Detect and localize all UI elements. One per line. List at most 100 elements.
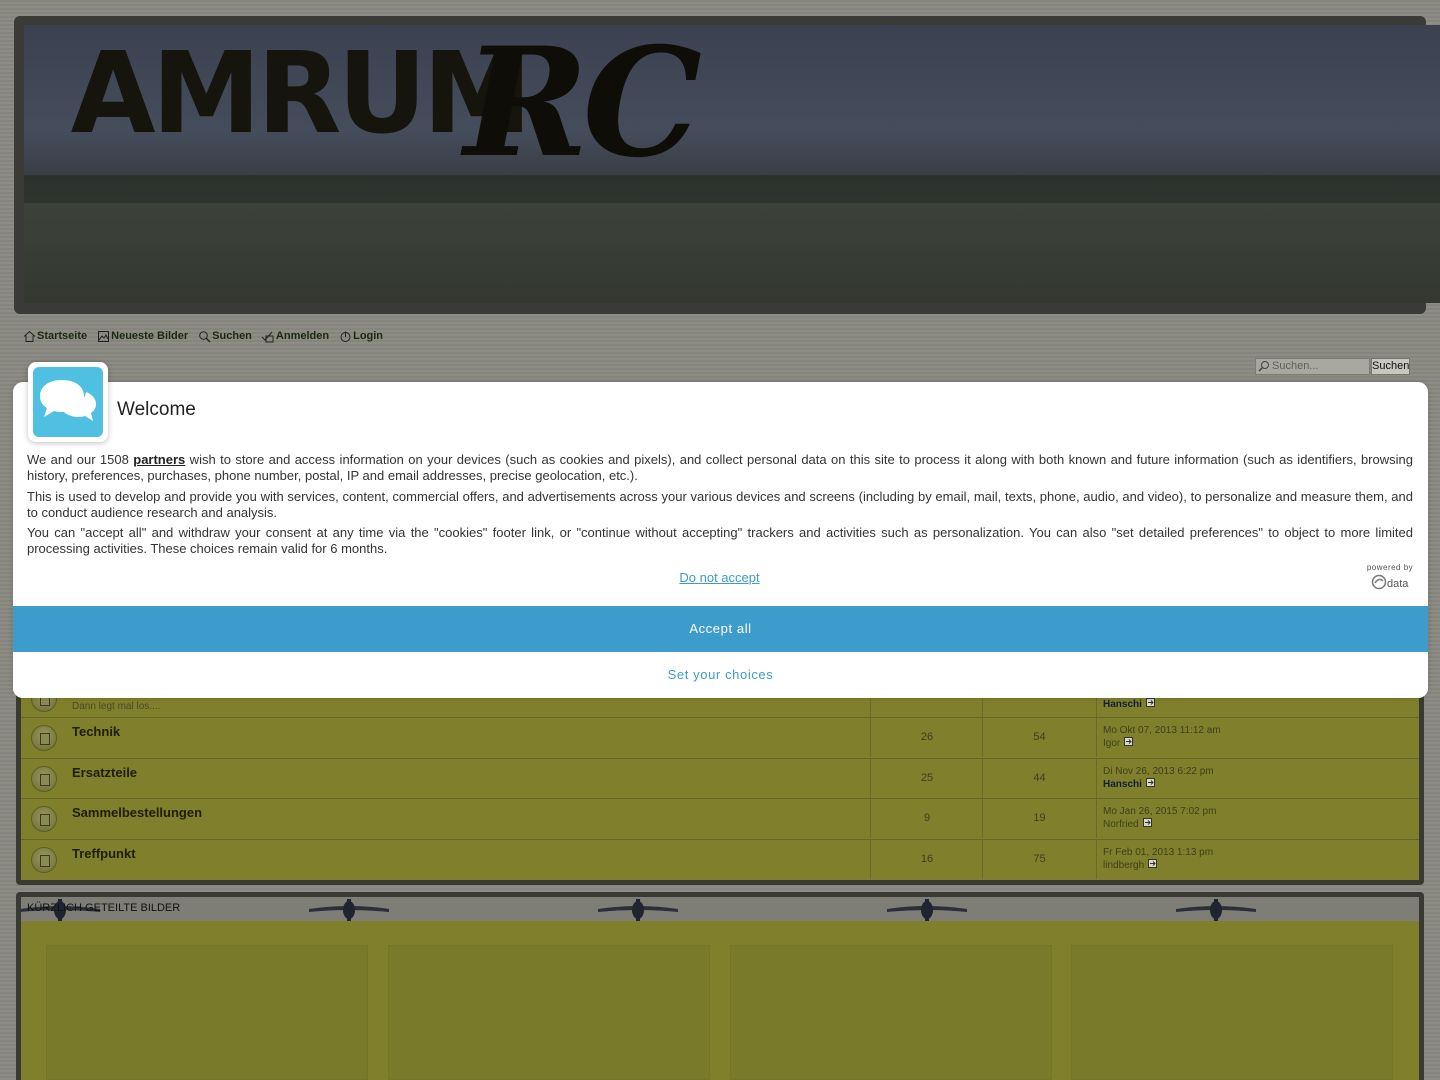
last-post-username[interactable]: Norfried — [1103, 819, 1139, 830]
forum-title[interactable]: Technik — [72, 724, 120, 739]
last-post-username[interactable]: Hanschi — [1103, 779, 1142, 790]
last-post-cell: Mo Jan 26, 2015 7:02 pm Norfried — [1096, 799, 1420, 838]
forum-row[interactable]: Sammelbestellungen 9 19 Mo Jan 26, 2015 … — [21, 798, 1419, 838]
forum-read-icon — [31, 806, 57, 832]
last-post-username[interactable]: Igor — [1103, 738, 1120, 749]
forum-title[interactable]: Ersatzteile — [72, 765, 137, 780]
nav-login[interactable]: Login — [338, 329, 383, 343]
view-latest-post-icon[interactable] — [1145, 778, 1156, 790]
consent-text: wish to store and access information on … — [27, 452, 1413, 483]
plane-decoration-icon — [309, 899, 389, 921]
last-post-user[interactable]: Hanschi — [1103, 778, 1156, 790]
search-placeholder: Suchen... — [1272, 360, 1319, 372]
posts-cell: 44 — [982, 759, 1096, 798]
view-latest-post-icon[interactable] — [1145, 698, 1156, 710]
search-input[interactable]: Suchen... — [1255, 358, 1370, 375]
posts-count: 19 — [1033, 812, 1046, 824]
nav-label: Neueste Bilder — [111, 330, 189, 342]
topics-cell: 26 — [870, 718, 983, 757]
posts-cell: 19 — [982, 799, 1096, 838]
last-post-date: Di Nov 26, 2013 6:22 pm — [1103, 766, 1214, 777]
banner-treeline — [24, 175, 1440, 205]
nav-label: Suchen — [212, 330, 252, 342]
search-icon — [197, 329, 211, 343]
gallery-card[interactable] — [730, 945, 1052, 1080]
last-post-date: Fr Feb 01, 2013 1:13 pm — [1103, 847, 1214, 858]
posts-count: 75 — [1033, 853, 1046, 865]
posts-cell: 75 — [982, 840, 1096, 879]
register-icon — [261, 329, 275, 343]
last-post-cell: Mo Okt 07, 2013 11:12 am Igor — [1096, 718, 1420, 757]
consent-text: We and our 1508 — [27, 452, 134, 467]
banner-field — [24, 203, 1440, 303]
nav-neueste-bilder[interactable]: Neueste Bilder — [96, 329, 188, 343]
do-not-accept-link[interactable]: Do not accept — [13, 570, 1426, 585]
topics-cell: 9 — [870, 799, 983, 838]
last-post-username[interactable]: lindbergh — [1103, 860, 1144, 871]
nav-label: Anmelden — [275, 330, 330, 342]
topics-count: 26 — [920, 731, 934, 743]
consent-title: Welcome — [117, 399, 196, 420]
posts-count: 54 — [1033, 731, 1046, 743]
consent-paragraph-3: You can "accept all" and withdraw your c… — [27, 525, 1413, 556]
search-icon — [1258, 360, 1270, 375]
forum-row[interactable]: Technik 26 54 Mo Okt 07, 2013 11:12 am I… — [21, 717, 1419, 757]
consent-dialog: Welcome We and our 1508 partners wish to… — [13, 362, 1428, 698]
forum-title[interactable]: Sammelbestellungen — [72, 805, 202, 820]
forum-row[interactable]: Ersatzteile 25 44 Di Nov 26, 2013 6:22 p… — [21, 758, 1419, 798]
brand-logo-icon — [1371, 574, 1387, 593]
plane-decoration-icon — [598, 899, 678, 921]
set-choices-button[interactable]: Set your choices — [13, 652, 1428, 698]
forum-row[interactable]: Treffpunkt 16 75 Fr Feb 01, 2013 1:13 pm… — [21, 839, 1419, 879]
last-post-user[interactable]: Norfried — [1103, 818, 1153, 830]
last-post-user[interactable]: Hanschi — [1103, 698, 1156, 710]
view-latest-post-icon[interactable] — [1148, 859, 1158, 871]
last-post-date: Mo Okt 07, 2013 11:12 am — [1103, 725, 1221, 736]
topics-count: 16 — [920, 853, 934, 865]
chat-bubbles-icon — [33, 367, 103, 437]
image-icon — [96, 329, 110, 343]
posts-count: 44 — [1033, 772, 1046, 784]
forum-read-icon — [31, 766, 57, 792]
main-nav: Startseite Neueste Bilder Suchen Anmelde… — [22, 326, 392, 346]
last-post-cell: Di Nov 26, 2013 6:22 pm Hanschi — [1096, 759, 1420, 798]
accept-all-button[interactable]: Accept all — [13, 606, 1428, 652]
last-post-user[interactable]: Igor — [1103, 737, 1134, 749]
search-button[interactable]: Suchen — [1371, 358, 1410, 375]
last-post-cell: Fr Feb 01, 2013 1:13 pm lindbergh — [1096, 840, 1420, 879]
view-latest-post-icon[interactable] — [1124, 737, 1134, 749]
power-icon — [338, 329, 352, 343]
consent-paragraph-2: This is used to develop and provide you … — [27, 489, 1413, 520]
forum-read-icon — [31, 725, 57, 751]
gallery-card[interactable] — [46, 945, 368, 1080]
forum-title[interactable]: Treffpunkt — [72, 846, 136, 861]
powered-by-brand: data — [1371, 574, 1408, 593]
plane-decoration-icon — [887, 899, 967, 921]
brand-name: data — [1387, 577, 1409, 590]
last-post-date: Mo Jan 26, 2015 7:02 pm — [1103, 806, 1217, 817]
logo-amrum-text: AMRUM — [70, 29, 532, 159]
forum-read-icon — [31, 847, 57, 873]
last-post-user[interactable]: lindbergh — [1103, 859, 1158, 871]
gallery-card[interactable] — [388, 945, 710, 1080]
forum-description: Dann legt mal los.... — [72, 701, 161, 712]
topics-cell: 25 — [870, 759, 983, 798]
topics-count: 25 — [920, 772, 934, 784]
topics-count: 9 — [923, 812, 931, 824]
header-banner[interactable]: AMRUM RC — [24, 25, 1440, 303]
last-post-username[interactable]: Hanschi — [1103, 699, 1142, 710]
nav-anmelden[interactable]: Anmelden — [261, 329, 329, 343]
view-latest-post-icon[interactable] — [1142, 818, 1153, 830]
consent-paragraph-1: We and our 1508 partners wish to store a… — [27, 452, 1413, 483]
home-icon — [22, 329, 36, 343]
powered-by-label: powered by — [1366, 563, 1414, 572]
gallery-card[interactable] — [1071, 945, 1393, 1080]
nav-suchen[interactable]: Suchen — [197, 329, 252, 343]
partners-link[interactable]: partners — [133, 452, 185, 467]
posts-cell: 54 — [982, 718, 1096, 757]
nav-startseite[interactable]: Startseite — [22, 329, 87, 343]
nav-label: Startseite — [37, 330, 88, 342]
topics-cell: 16 — [870, 840, 983, 879]
site-logo — [28, 362, 108, 442]
logo-rc-text: RC — [464, 25, 702, 191]
